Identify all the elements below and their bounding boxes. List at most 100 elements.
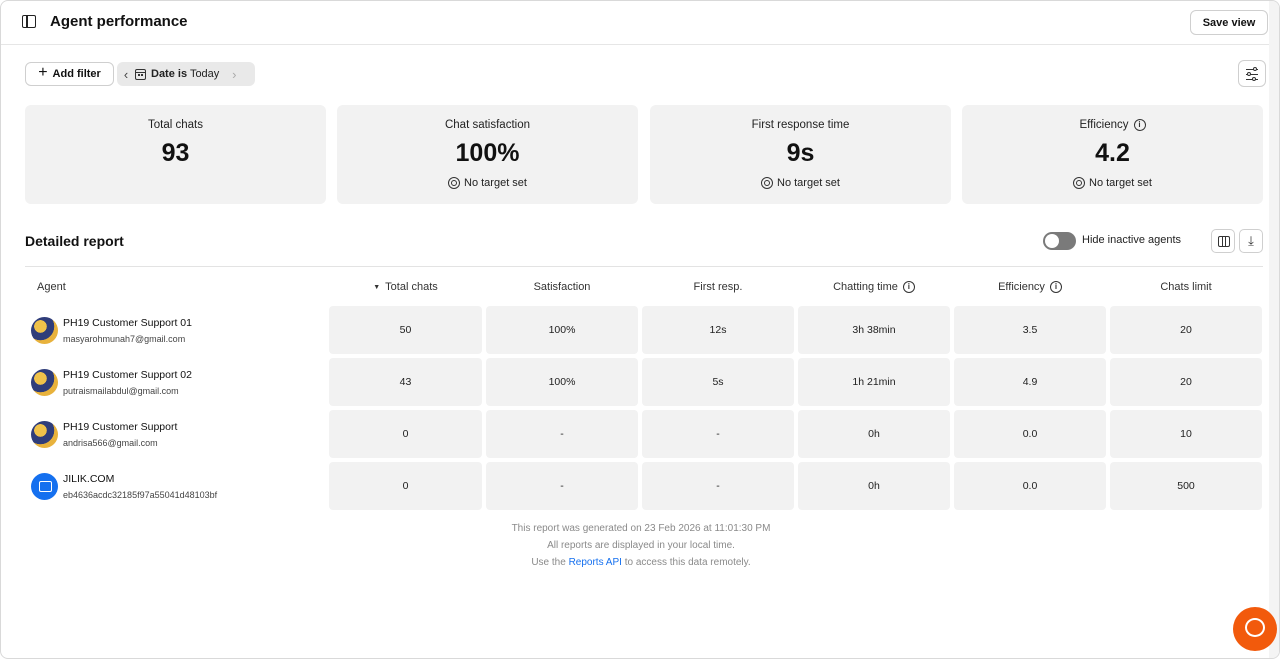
table-cell-chatting-time: 1h 21min (798, 358, 950, 406)
agent-name: PH19 Customer Support 02 (63, 368, 192, 381)
table-cell-efficiency: 0.0 (954, 462, 1106, 510)
info-icon[interactable]: i (1133, 119, 1146, 131)
app-window: Agent performance Save view + Add filter… (0, 0, 1280, 659)
column-header-satisfaction[interactable]: Satisfaction (486, 281, 638, 293)
stat-card-first-response-time: First response time 9s No target set (650, 105, 951, 204)
sort-desc-icon: ▼ (373, 283, 381, 291)
date-filter-value: Today (189, 68, 220, 80)
avatar (31, 420, 58, 448)
hide-inactive-agents-toggle[interactable] (1043, 232, 1076, 250)
table-row-agent[interactable]: JILIK.COM eb4636acdc32185f97a55041d48103b… (31, 462, 217, 510)
stat-target: No target set (1089, 177, 1152, 189)
report-footer: This report was generated on 23 Feb 2026… (441, 520, 841, 571)
download-button[interactable]: ⤓ (1239, 229, 1263, 253)
page-title: Agent performance (50, 13, 188, 30)
sliders-knob (1252, 77, 1256, 81)
table-cell-chatting-time: 0h (798, 462, 950, 510)
agent-name: JILIK.COM (63, 472, 115, 485)
chat-launcher-button[interactable] (1233, 607, 1277, 651)
date-filter-chip[interactable]: ‹ Date is Today › (117, 62, 255, 86)
table-cell-total-chats: 43 (329, 358, 482, 406)
agent-name: PH19 Customer Support (63, 420, 178, 433)
chevron-left-icon[interactable]: ‹ (117, 67, 135, 82)
save-view-button[interactable]: Save view (1190, 10, 1268, 35)
table-row-agent[interactable]: PH19 Customer Support 01 masyarohmunah7@g… (31, 306, 192, 354)
sidebar-toggle-icon[interactable] (22, 15, 36, 28)
table-cell-first-resp: 5s (642, 358, 794, 406)
table-cell-first-resp: 12s (642, 306, 794, 354)
table-cell-chats-limit: 500 (1110, 462, 1262, 510)
table-cell-satisfaction: - (486, 462, 638, 510)
download-icon: ⤓ (1248, 233, 1254, 248)
table-row-agent[interactable]: PH19 Customer Support 02 putraismailabdul… (31, 358, 192, 406)
stat-label: First response time (751, 119, 850, 131)
stat-label: Chat satisfaction (444, 119, 530, 131)
table-cell-satisfaction: - (486, 410, 638, 458)
table-cell-efficiency: 3.5 (954, 306, 1106, 354)
avatar (31, 316, 58, 344)
date-filter-key: Date is (151, 68, 188, 80)
stat-target: No target set (464, 177, 527, 189)
column-header-label: Agent (37, 281, 66, 293)
api-suffix: to access this data remotely. (624, 557, 751, 568)
agent-email: masyarohmunah7@gmail.com (63, 333, 186, 344)
chevron-right-icon[interactable]: › (225, 67, 243, 82)
table-cell-chats-limit: 20 (1110, 306, 1262, 354)
stat-card-efficiency: Efficiency i 4.2 No target set (962, 105, 1263, 204)
stat-label: Total chats (148, 119, 203, 131)
stat-card-total-chats: Total chats 93 (25, 105, 326, 204)
table-cell-satisfaction: 100% (486, 306, 638, 354)
table-cell-total-chats: 0 (329, 462, 482, 510)
info-icon[interactable]: i (902, 281, 915, 293)
api-prefix: Use the (531, 557, 566, 568)
column-header-total-chats[interactable]: ▼ Total chats (329, 281, 482, 293)
agent-email: eb4636acdc32185f97a55041d48103bf (63, 489, 218, 500)
target-icon (1073, 177, 1085, 189)
column-header-label: Chats limit (1160, 281, 1212, 293)
column-header-chats-limit[interactable]: Chats limit (1110, 281, 1262, 293)
column-header-agent: Agent (37, 281, 66, 293)
detailed-report-title: Detailed report (25, 233, 124, 249)
plus-icon: + (38, 64, 48, 81)
table-cell-first-resp: - (642, 410, 794, 458)
hide-inactive-agents-label: Hide inactive agents (1082, 234, 1182, 246)
table-cell-efficiency: 4.9 (954, 358, 1106, 406)
columns-icon (1218, 236, 1230, 247)
local-time-text: All reports are displayed in your local … (547, 540, 735, 551)
agent-name: PH19 Customer Support 01 (63, 316, 192, 329)
columns-button[interactable] (1211, 229, 1235, 253)
page-header: Agent performance Save view (1, 1, 1271, 45)
report-generated-text: This report was generated on 23 Feb 2026… (511, 523, 771, 534)
table-cell-total-chats: 50 (329, 306, 482, 354)
table-cell-total-chats: 0 (329, 410, 482, 458)
avatar (31, 368, 58, 396)
column-header-label: Efficiency (998, 281, 1045, 293)
column-header-first-resp[interactable]: First resp. (642, 281, 794, 293)
column-header-label: Satisfaction (533, 281, 591, 293)
scrollbar[interactable] (1269, 1, 1279, 658)
column-header-chatting-time[interactable]: Chatting time i (798, 281, 950, 293)
table-cell-chatting-time: 3h 38min (798, 306, 950, 354)
table-cell-chatting-time: 0h (798, 410, 950, 458)
column-header-label: Total chats (385, 281, 438, 293)
table-cell-chats-limit: 10 (1110, 410, 1262, 458)
reports-api-link[interactable]: Reports API (569, 557, 622, 568)
stat-value: 100% (455, 139, 520, 167)
column-header-efficiency[interactable]: Efficiency i (954, 281, 1106, 293)
target-icon (448, 177, 460, 189)
column-header-label: First resp. (693, 281, 743, 293)
add-filter-label: Add filter (52, 68, 101, 80)
target-icon (761, 177, 773, 189)
divider (25, 266, 1263, 267)
stat-value: 9s (786, 139, 815, 167)
table-cell-first-resp: - (642, 462, 794, 510)
sliders-knob (1247, 72, 1251, 76)
settings-sliders-button[interactable] (1238, 60, 1266, 87)
agent-email: putraismailabdul@gmail.com (63, 385, 179, 396)
info-icon[interactable]: i (1049, 281, 1062, 293)
agent-email: andrisa566@gmail.com (63, 437, 158, 448)
stat-target: No target set (777, 177, 840, 189)
table-cell-satisfaction: 100% (486, 358, 638, 406)
add-filter-button[interactable]: + Add filter (25, 62, 114, 86)
table-row-agent[interactable]: PH19 Customer Support andrisa566@gmail.co… (31, 410, 177, 458)
